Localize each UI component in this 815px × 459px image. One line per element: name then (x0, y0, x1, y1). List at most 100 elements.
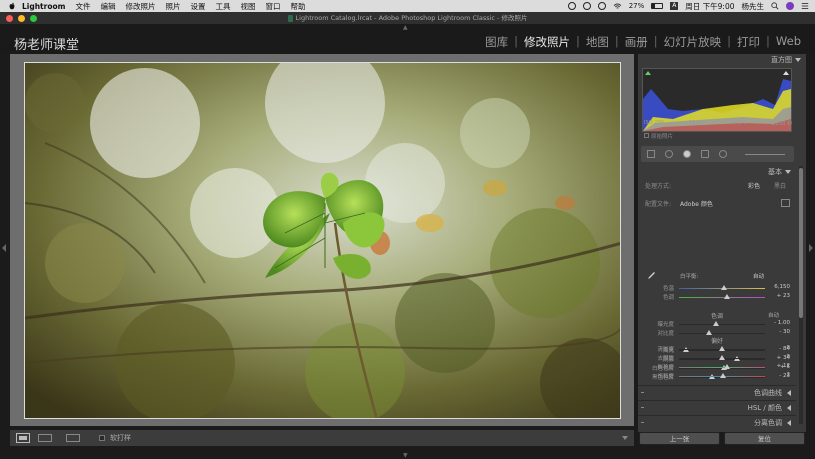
panel-switch-icon[interactable] (641, 407, 644, 408)
search-icon[interactable] (771, 2, 779, 10)
battery-icon[interactable] (651, 3, 664, 9)
crop-tool-icon[interactable] (647, 150, 655, 158)
spot-removal-icon[interactable] (665, 150, 673, 158)
zoom-button[interactable] (30, 14, 37, 22)
treatment-bw[interactable]: 黑白 (774, 181, 786, 190)
identity-plate[interactable]: 杨老师课堂 (14, 34, 79, 53)
graduated-filter-icon[interactable] (701, 150, 709, 158)
module-web[interactable]: Web (770, 34, 807, 50)
module-slideshow[interactable]: 幻灯片放映 (658, 34, 728, 50)
panel-switch-icon[interactable] (641, 422, 644, 423)
menu-develop[interactable]: 修改照片 (125, 1, 155, 12)
red-eye-icon[interactable] (683, 150, 691, 158)
profile-value[interactable]: Adobe 颜色 (680, 199, 713, 208)
basic-header[interactable]: 基本 (638, 166, 796, 178)
slider-value[interactable]: 0 (787, 345, 791, 351)
slider-value[interactable]: + 12 (777, 363, 790, 369)
slider-thumb[interactable] (712, 321, 719, 326)
slider-track[interactable] (679, 333, 765, 334)
collapse-icon[interactable] (795, 58, 801, 62)
tone-curve-panel[interactable]: 色调曲线 (638, 385, 796, 399)
slider-thumb[interactable] (719, 346, 725, 351)
highlight-clip-icon[interactable] (783, 71, 789, 75)
slider-clarity[interactable]: 清晰度 0 (638, 345, 796, 354)
menu-photo[interactable]: 照片 (165, 1, 180, 12)
top-panel-toggle-icon[interactable]: ▲ (403, 24, 408, 31)
sync-icon[interactable] (582, 2, 591, 10)
tone-auto[interactable]: 自动 (768, 311, 779, 319)
radial-filter-icon[interactable] (719, 150, 727, 158)
soft-proof-checkbox[interactable] (99, 435, 105, 441)
slider-value[interactable]: 0 (787, 354, 791, 360)
right-panel-scrollbar[interactable] (799, 166, 803, 424)
left-panel-toggle-icon[interactable] (2, 244, 6, 252)
expand-icon[interactable] (787, 420, 791, 426)
right-panel-toggle-icon[interactable] (809, 244, 813, 252)
loupe-view-icon[interactable] (16, 433, 30, 443)
slider-value[interactable]: - 30 (779, 329, 790, 335)
menu-edit[interactable]: 编辑 (100, 1, 115, 12)
slider-tint[interactable]: 色调 + 23 (638, 293, 796, 302)
hsl-panel[interactable]: HSL / 颜色 (638, 400, 796, 414)
shadow-clip-icon[interactable] (645, 71, 651, 75)
slider-value[interactable]: 6,150 (774, 284, 790, 290)
menu-tools[interactable]: 工具 (215, 1, 230, 12)
toolbar-menu-icon[interactable] (622, 436, 628, 440)
clock-text[interactable]: 周日 下午9:00 (685, 1, 734, 12)
collapse-icon[interactable] (785, 170, 791, 174)
cast-icon[interactable] (597, 2, 606, 10)
siri-icon[interactable] (786, 2, 794, 10)
menu-settings[interactable]: 设置 (190, 1, 205, 12)
histogram-header[interactable]: 直方图 (638, 54, 806, 66)
module-book[interactable]: 画册 (619, 34, 654, 50)
menu-help[interactable]: 帮助 (290, 1, 305, 12)
checkbox-icon[interactable] (644, 133, 649, 138)
menu-app[interactable]: Lightroom (22, 2, 65, 11)
slider-dehaze[interactable]: 去朦胧 0 (638, 354, 796, 363)
slider-value[interactable]: 2 (787, 372, 791, 378)
slider-thumb[interactable] (706, 330, 713, 335)
brush-tool-icon[interactable] (745, 153, 785, 155)
slider-thumb[interactable] (719, 373, 726, 378)
slider-track[interactable] (679, 367, 765, 368)
slider-vibrance[interactable]: 鲜艳度 + 12 (638, 363, 796, 372)
module-map[interactable]: 地图 (580, 34, 615, 50)
compare-swap-icon[interactable] (66, 434, 80, 442)
slider-temp[interactable]: 色温 6,150 (638, 284, 796, 293)
original-photo-toggle[interactable]: 原始照片 (644, 132, 673, 140)
module-develop[interactable]: 修改照片 (518, 34, 576, 50)
expand-icon[interactable] (787, 405, 791, 411)
expand-icon[interactable] (787, 390, 791, 396)
previous-button[interactable]: 上一张 (639, 432, 720, 445)
slider-value[interactable]: - 1.00 (774, 320, 790, 326)
module-print[interactable]: 打印 (731, 34, 766, 50)
menu-window[interactable]: 窗口 (265, 1, 280, 12)
panel-switch-icon[interactable] (641, 392, 644, 393)
slider-track[interactable] (679, 324, 765, 325)
slider-track[interactable] (679, 297, 765, 298)
slider-value[interactable]: + 23 (777, 293, 790, 299)
wifi-icon[interactable] (613, 2, 622, 10)
treatment-color[interactable]: 彩色 (748, 181, 760, 190)
menu-view[interactable]: 视图 (240, 1, 255, 12)
wb-value[interactable]: 自动 (753, 272, 764, 280)
before-after-icon[interactable] (38, 434, 52, 442)
filmstrip-toggle-icon[interactable]: ▼ (403, 452, 408, 459)
record-icon[interactable] (567, 2, 576, 10)
apple-icon[interactable] (8, 2, 16, 10)
reset-button[interactable]: 复位 (724, 432, 805, 445)
eyedropper-icon[interactable] (646, 271, 656, 281)
scrollbar-thumb[interactable] (799, 168, 803, 318)
slider-thumb[interactable] (719, 355, 725, 360)
minimize-button[interactable] (18, 14, 25, 22)
module-library[interactable]: 图库 (479, 34, 514, 50)
slider-thumb[interactable] (724, 364, 731, 369)
close-button[interactable] (6, 14, 13, 22)
slider-saturation[interactable]: 饱和度 2 (638, 372, 796, 381)
input-source-icon[interactable]: A (670, 2, 679, 10)
split-toning-panel[interactable]: 分离色调 (638, 415, 796, 429)
user-name[interactable]: 杨先生 (742, 1, 765, 12)
slider-thumb[interactable] (724, 294, 731, 299)
notification-icon[interactable] (801, 2, 809, 10)
photo-preview[interactable] (24, 62, 621, 419)
